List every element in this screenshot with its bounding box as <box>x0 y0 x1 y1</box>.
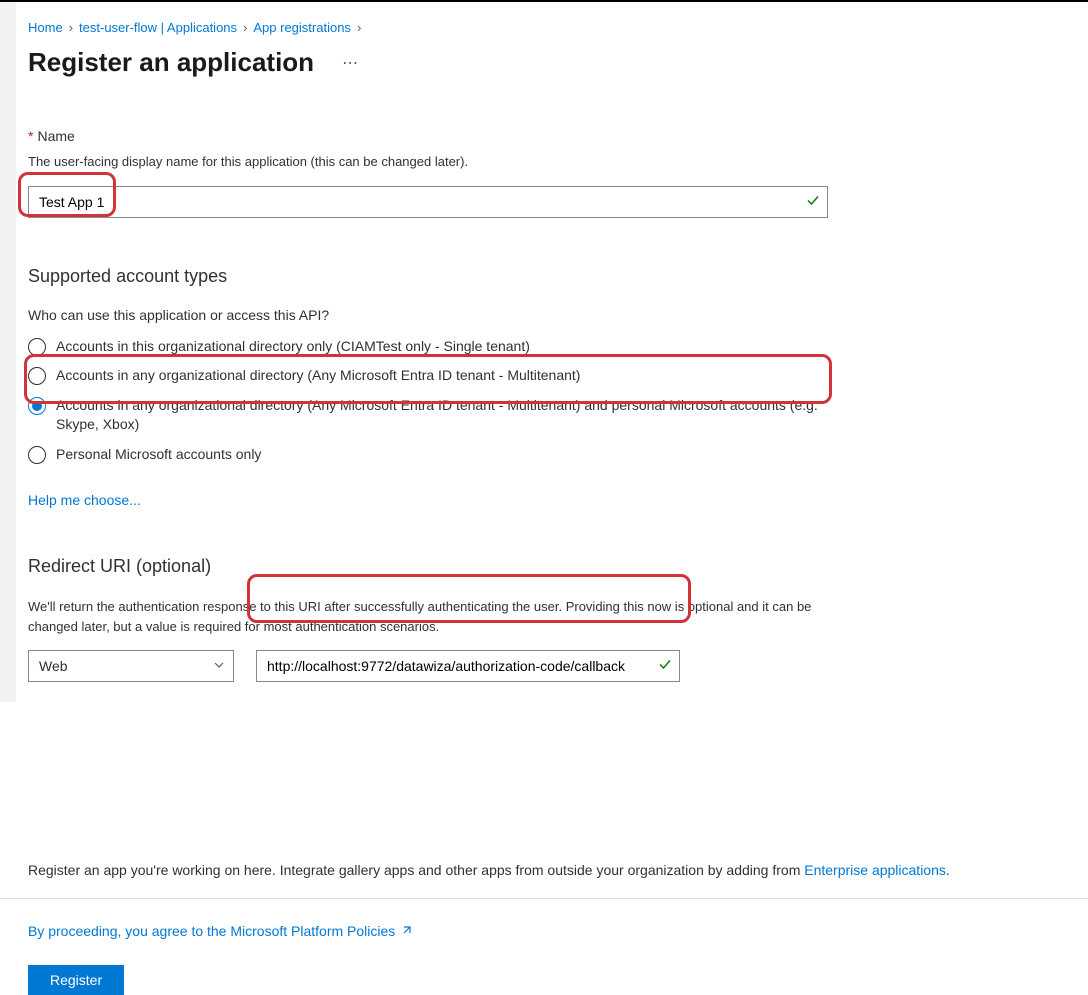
platform-policies-link[interactable]: By proceeding, you agree to the Microsof… <box>28 923 1088 939</box>
breadcrumb-appreg[interactable]: App registrations <box>253 20 351 35</box>
footer-text: Register an app you're working on here. … <box>28 862 1088 878</box>
radio-multitenant-personal[interactable]: Accounts in any organizational directory… <box>28 396 828 435</box>
divider <box>0 898 1088 899</box>
chevron-down-icon <box>213 658 225 674</box>
breadcrumb-tenant[interactable]: test-user-flow | Applications <box>79 20 237 35</box>
name-hint: The user-facing display name for this ap… <box>28 152 1088 172</box>
radio-personal-only[interactable]: Personal Microsoft accounts only <box>28 445 828 465</box>
redirect-hint: We'll return the authentication response… <box>28 597 828 636</box>
radio-single-tenant[interactable]: Accounts in this organizational director… <box>28 337 828 357</box>
page-title: Register an application <box>28 47 314 78</box>
external-link-icon <box>401 923 413 939</box>
more-actions-icon[interactable]: ⋯ <box>342 53 359 73</box>
checkmark-icon <box>806 193 820 210</box>
chevron-right-icon: › <box>69 20 73 35</box>
breadcrumb-home[interactable]: Home <box>28 20 63 35</box>
chevron-right-icon: › <box>357 20 361 35</box>
name-label: *Name <box>28 128 1088 144</box>
radio-icon <box>28 446 46 464</box>
account-types-question: Who can use this application or access t… <box>28 307 1088 323</box>
redirect-heading: Redirect URI (optional) <box>28 556 1088 577</box>
help-me-choose-link[interactable]: Help me choose... <box>28 492 141 508</box>
platform-value: Web <box>39 658 68 674</box>
radio-multitenant[interactable]: Accounts in any organizational directory… <box>28 366 828 386</box>
register-button[interactable]: Register <box>28 965 124 995</box>
account-types-heading: Supported account types <box>28 266 1088 287</box>
radio-icon <box>28 338 46 356</box>
radio-icon <box>28 367 46 385</box>
app-name-input[interactable] <box>28 186 828 218</box>
redirect-uri-input[interactable] <box>256 650 680 682</box>
account-types-radio-group: Accounts in this organizational director… <box>28 337 828 465</box>
radio-icon <box>28 397 46 415</box>
enterprise-apps-link[interactable]: Enterprise applications <box>804 862 946 878</box>
platform-select[interactable]: Web <box>28 650 234 682</box>
checkmark-icon <box>658 658 672 675</box>
breadcrumb: Home › test-user-flow | Applications › A… <box>28 20 1088 35</box>
chevron-right-icon: › <box>243 20 247 35</box>
